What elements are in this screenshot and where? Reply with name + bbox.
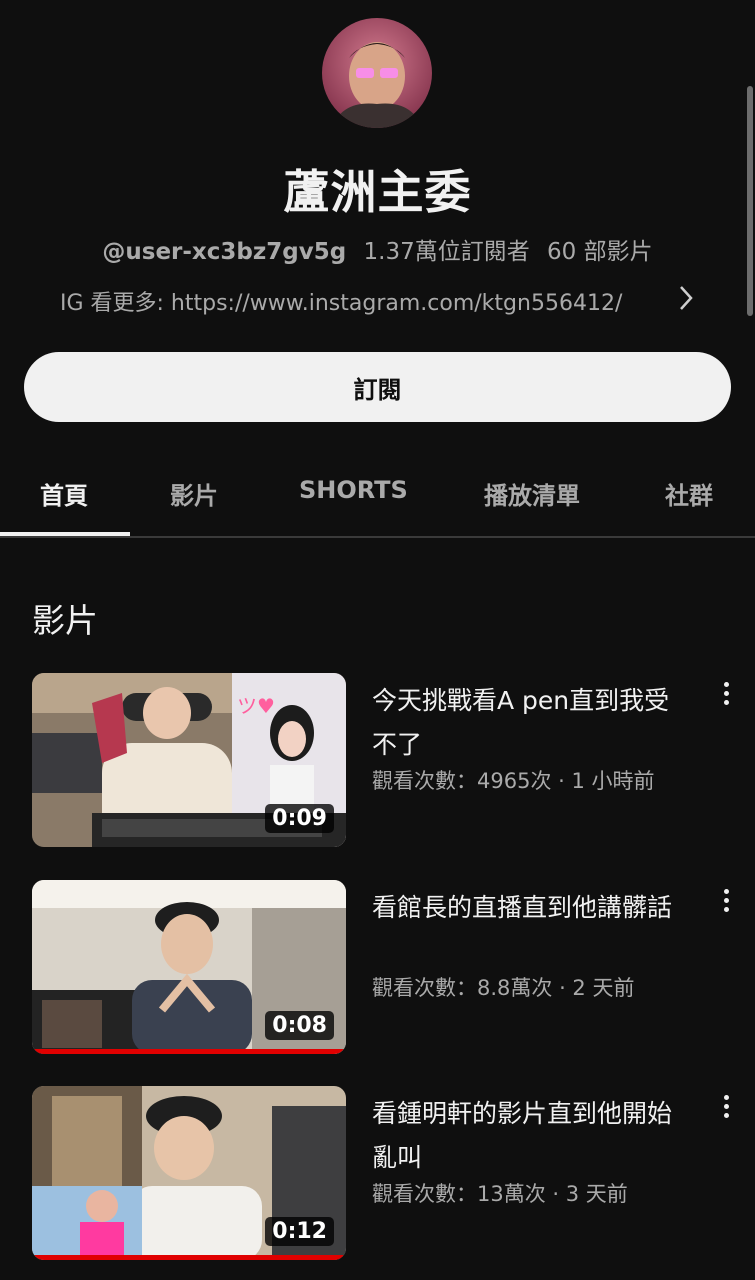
dot-icon <box>723 906 729 912</box>
tab-playlists[interactable]: 播放清單 <box>484 476 580 511</box>
video-meta: 觀看次數：8.8萬次 · 2 天前 <box>372 976 635 1000</box>
section-title: 影片 <box>32 601 98 640</box>
more-options-button[interactable] <box>716 675 736 711</box>
video-title[interactable]: 看鍾明軒的影片直到他開始亂叫 <box>372 1092 692 1180</box>
chevron-right-icon[interactable] <box>676 283 696 320</box>
channel-description[interactable]: IG 看更多: https://www.instagram.com/ktgn55… <box>60 285 700 317</box>
watch-progress-bar <box>32 1255 346 1260</box>
video-title[interactable]: 看館長的直播直到他講髒話 <box>372 886 692 930</box>
tab-home[interactable]: 首頁 <box>40 476 88 511</box>
dot-icon <box>723 888 729 894</box>
dot-icon <box>723 1112 729 1118</box>
channel-avatar[interactable] <box>322 18 432 128</box>
avatar-image <box>322 18 432 128</box>
video-title[interactable]: 今天挑戰看A pen直到我受不了 <box>372 679 692 767</box>
channel-tabs: 首頁 影片 SHORTS 播放清單 社群 <box>0 450 755 538</box>
video-count: 60 部影片 <box>547 239 653 265</box>
dot-icon <box>723 1094 729 1100</box>
dot-icon <box>723 1103 729 1109</box>
video-item[interactable]: 0:08 看館長的直播直到他講髒話 觀看次數：8.8萬次 · 2 天前 <box>32 880 732 1054</box>
watch-progress-bar <box>32 1049 346 1054</box>
tab-shorts[interactable]: SHORTS <box>299 476 408 504</box>
tab-community[interactable]: 社群 <box>665 476 713 511</box>
more-options-button[interactable] <box>716 882 736 918</box>
video-thumbnail[interactable]: 0:08 <box>32 880 346 1054</box>
channel-handle: @user-xc3bz7gv5g <box>102 239 347 265</box>
subscribe-button[interactable]: 訂閱 <box>24 352 731 422</box>
channel-name: 蘆洲主委 <box>283 165 472 219</box>
dot-icon <box>723 897 729 903</box>
svg-text:ツ♥: ツ♥ <box>237 694 275 718</box>
dot-icon <box>723 690 729 696</box>
video-thumbnail[interactable]: ツ♥ 0:09 <box>32 673 346 847</box>
video-item[interactable]: ツ♥ 0:09 今天挑戰看A pen直到我受不了 觀看次數：4965次 · 1 … <box>32 673 732 847</box>
dot-icon <box>723 699 729 705</box>
subscriber-count: 1.37萬位訂閱者 <box>363 239 530 265</box>
video-thumbnail[interactable]: 0:12 <box>32 1086 346 1260</box>
channel-meta: @user-xc3bz7gv5g 1.37萬位訂閱者 60 部影片 <box>0 232 755 266</box>
tab-videos[interactable]: 影片 <box>170 476 218 511</box>
dot-icon <box>723 681 729 687</box>
video-duration: 0:09 <box>265 804 334 833</box>
active-tab-indicator <box>0 532 130 536</box>
video-item[interactable]: 0:12 看鍾明軒的影片直到他開始亂叫 觀看次數：13萬次 · 3 天前 <box>32 1086 732 1260</box>
video-meta: 觀看次數：13萬次 · 3 天前 <box>372 1182 628 1206</box>
video-duration: 0:12 <box>265 1217 334 1246</box>
video-meta: 觀看次數：4965次 · 1 小時前 <box>372 769 655 793</box>
more-options-button[interactable] <box>716 1088 736 1124</box>
video-duration: 0:08 <box>265 1011 334 1040</box>
